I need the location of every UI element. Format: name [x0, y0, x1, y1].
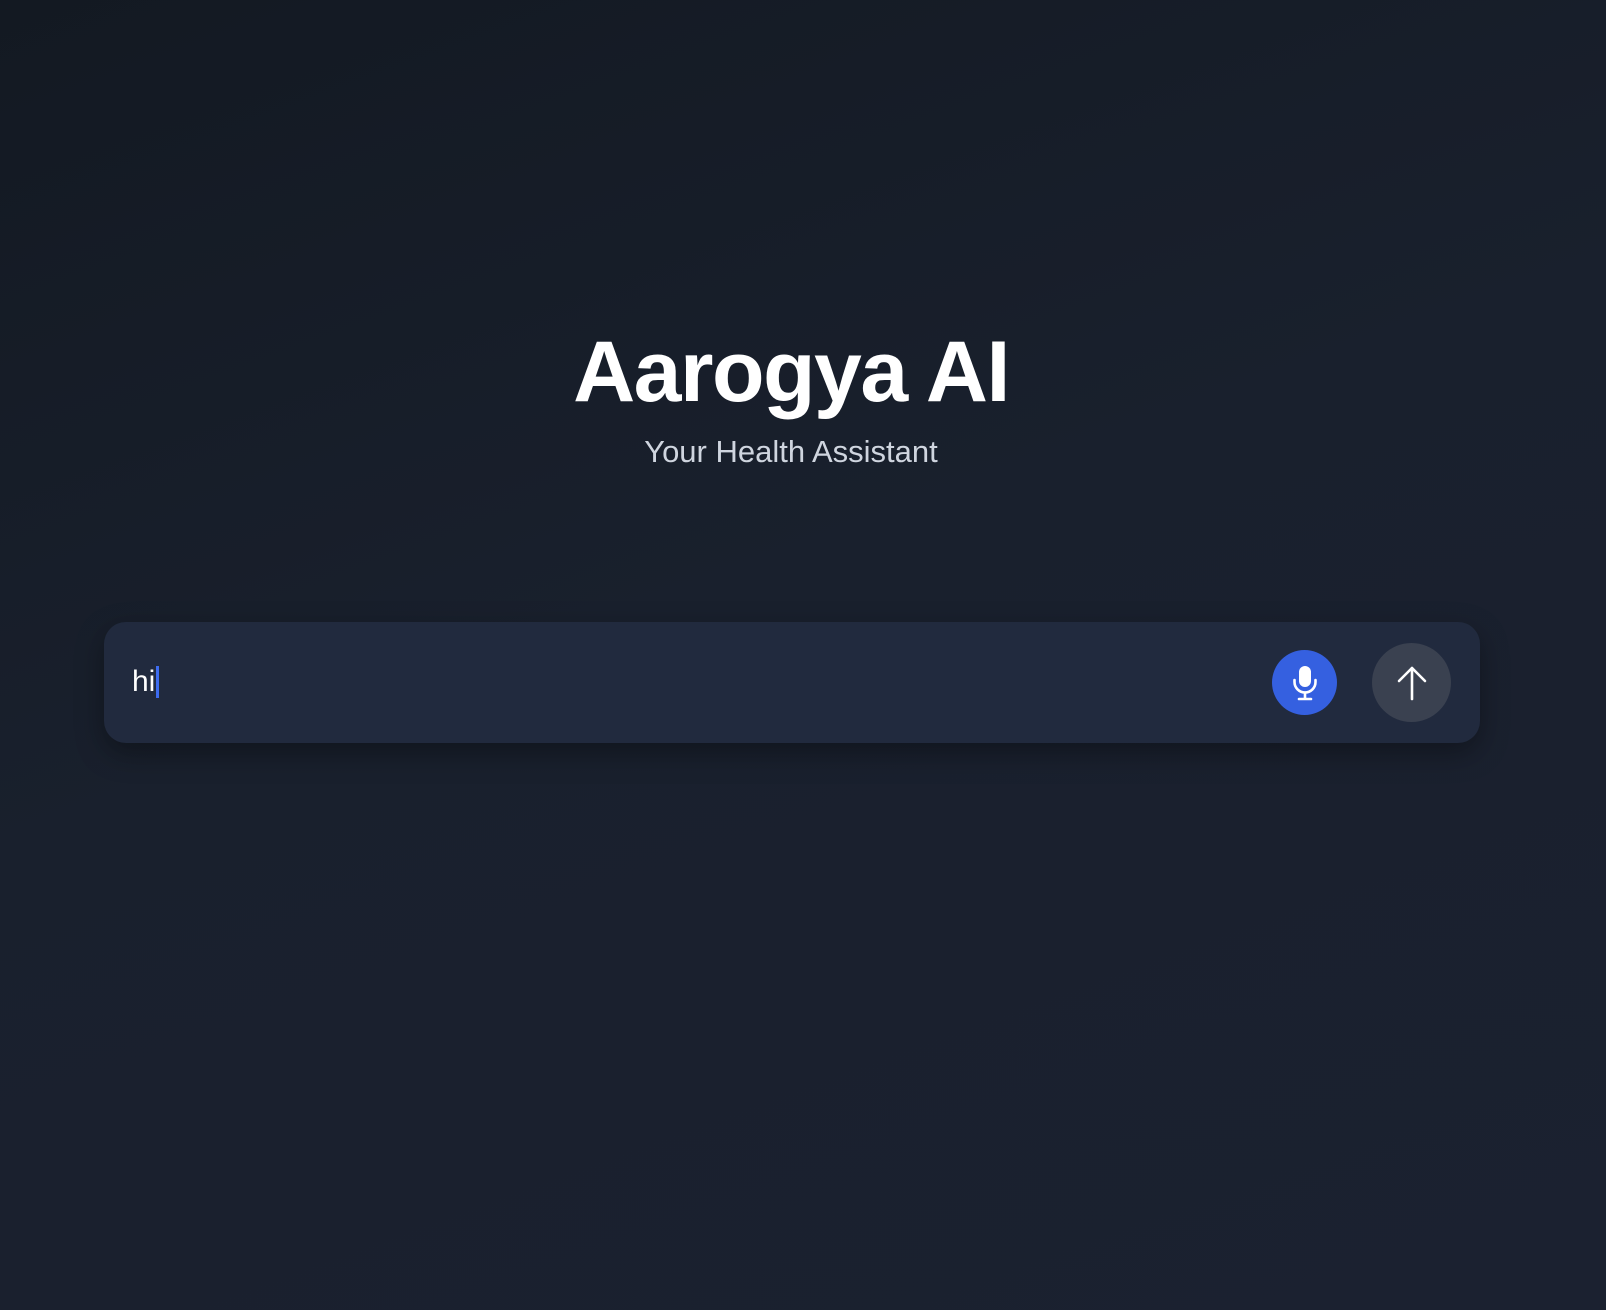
hero-header: Aarogya AI Your Health Assistant	[0, 322, 1582, 472]
microphone-icon	[1292, 664, 1318, 702]
chat-input-field[interactable]: hi	[132, 662, 160, 702]
chat-input-value: hi	[132, 665, 156, 698]
arrow-up-icon	[1395, 664, 1429, 702]
app-subtitle: Your Health Assistant	[644, 434, 938, 469]
chat-input-bar: hi	[104, 622, 1480, 743]
app-title: Aarogya AI	[573, 324, 1010, 420]
text-caret	[156, 666, 160, 698]
voice-input-button[interactable]	[1272, 650, 1337, 715]
send-button[interactable]	[1372, 643, 1451, 722]
